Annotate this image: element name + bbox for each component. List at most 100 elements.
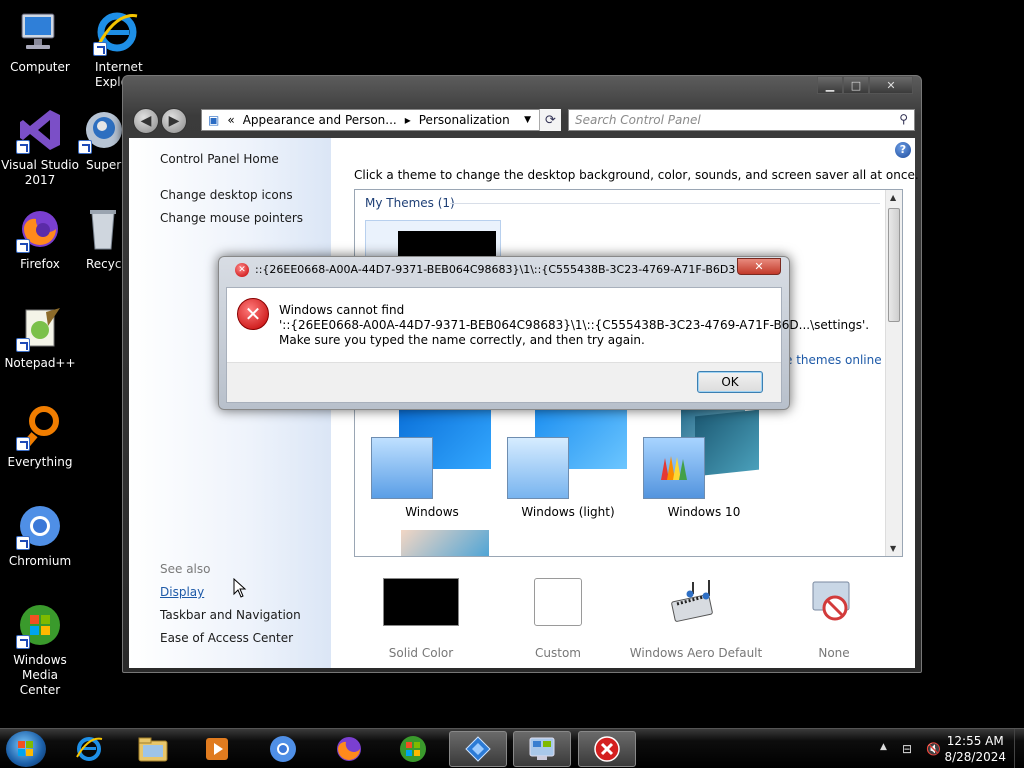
show-desktop-button[interactable] [1014, 729, 1024, 768]
taskbar-internet-explorer[interactable] [60, 731, 118, 767]
instruction-text: Click a theme to change the desktop back… [354, 168, 919, 182]
solid-color-label[interactable]: Solid Color [346, 646, 496, 660]
minimize-button[interactable]: ▁ [817, 76, 843, 94]
scroll-up-icon[interactable]: ▲ [890, 193, 896, 202]
chromium-icon [270, 736, 296, 762]
back-button[interactable]: ◀ [133, 108, 159, 134]
change-desktop-icons-link[interactable]: Change desktop icons [160, 188, 293, 202]
clock[interactable]: 12:55 AM 8/28/2024 [944, 733, 1006, 765]
scroll-down-icon[interactable]: ▼ [890, 544, 896, 553]
diamond-app-icon [465, 736, 491, 762]
breadcrumb-appearance[interactable]: Appearance and Person... [237, 113, 403, 127]
notepadpp-icon [16, 304, 64, 352]
recycle-bin-icon [78, 205, 126, 253]
error-line-2: '::{26EE0668-A00A-44D7-9371-BEB064C98683… [279, 318, 870, 332]
firefox-icon [337, 737, 361, 761]
desktop-icon-computer[interactable]: Computer [0, 8, 80, 75]
desktop-icon-label: Computer [10, 60, 70, 74]
taskbar: ▲ ⊟ 🔇 12:55 AM 8/28/2024 [0, 728, 1024, 768]
desktop-icon-label: Everything [7, 455, 73, 469]
custom-color-swatch[interactable] [534, 578, 582, 626]
control-panel-home-link[interactable]: Control Panel Home [160, 152, 279, 166]
section-divider [450, 203, 880, 204]
error-dialog-body: ✕ Windows cannot find '::{26EE0668-A00A-4… [226, 287, 869, 403]
theme-windows-light[interactable] [505, 405, 629, 501]
taskbar-windows-media-center[interactable] [384, 731, 442, 767]
control-panel-icon: ▣ [208, 113, 220, 127]
error-icon [594, 736, 620, 762]
error-title-icon: ✕ [235, 263, 249, 277]
screen-saver-icon[interactable] [809, 578, 855, 626]
volume-muted-icon[interactable]: 🔇 [926, 742, 941, 756]
show-hidden-icons-icon[interactable]: ▲ [880, 742, 887, 752]
theme-label-windows: Windows [405, 505, 459, 519]
folder-icon [138, 737, 168, 762]
desktop-icon-visual-studio[interactable]: Visual Studio 2017 [0, 106, 80, 188]
theme-windows[interactable] [369, 405, 493, 501]
taskbar-error-dialog[interactable] [578, 731, 636, 767]
windows-media-center-icon [400, 736, 426, 762]
chevron-down-icon[interactable]: ▼ [524, 115, 531, 125]
desktop-icon-notepadpp[interactable]: Notepad++ [0, 304, 80, 371]
desktop-icon-chromium[interactable]: Chromium [0, 502, 80, 569]
ease-of-access-link[interactable]: Ease of Access Center [160, 631, 293, 645]
clock-time: 12:55 AM [946, 734, 1004, 748]
forward-button[interactable]: ▶ [161, 108, 187, 134]
sound-icon[interactable] [669, 576, 721, 626]
theme-list-scrollbar[interactable]: ▲ ▼ [885, 190, 902, 556]
error-icon: ✕ [237, 298, 269, 330]
computer-icon [16, 8, 64, 56]
desktop-icon-superman[interactable]: Superman [77, 106, 127, 173]
windows-light-theme-icon [507, 437, 569, 499]
address-bar[interactable]: ▣ « Appearance and Person... ▸ Personali… [201, 109, 560, 131]
taskbar-chromium[interactable] [254, 731, 312, 767]
desktop-icon-windows-media-center[interactable]: Windows Media Center [0, 601, 80, 698]
breadcrumb-overflow[interactable]: « [225, 113, 236, 127]
taskbar-app-diamond[interactable] [449, 731, 507, 767]
my-themes-heading: My Themes (1) [365, 196, 455, 210]
desktop-icon-recycle-bin[interactable]: Recycle Bin [77, 205, 127, 272]
error-message: Windows cannot find '::{26EE0668-A00A-44D… [279, 303, 869, 348]
ok-button[interactable]: OK [697, 371, 763, 393]
taskbar-file-explorer[interactable] [124, 731, 182, 767]
taskbar-control-panel[interactable] [513, 731, 571, 767]
search-input[interactable]: Search Control Panel ⚲ [568, 109, 915, 131]
refresh-button[interactable]: ⟳ [539, 109, 561, 131]
none-label[interactable]: None [759, 646, 909, 660]
get-more-themes-online-link[interactable]: e themes online [785, 353, 882, 367]
see-also-heading: See also [160, 562, 211, 576]
maximize-button[interactable]: □ [843, 76, 869, 94]
error-dialog: ✕ ::{26EE0668-A00A-44D7-9371-BEB064C9868… [218, 256, 869, 410]
custom-label[interactable]: Custom [483, 646, 633, 660]
start-button[interactable] [6, 731, 46, 767]
error-close-button[interactable]: ✕ [737, 258, 781, 275]
desktop-icon-label: Windows Media Center [13, 653, 67, 697]
theme-thumbnail-partial[interactable] [401, 530, 489, 556]
network-icon[interactable]: ⊟ [902, 742, 912, 756]
desktop-icon-everything[interactable]: Everything [0, 403, 80, 470]
superman-icon [78, 106, 126, 154]
taskbar-media-player[interactable] [188, 731, 246, 767]
sounds-label[interactable]: Windows Aero Default [621, 646, 771, 660]
taskbar-firefox[interactable] [320, 731, 378, 767]
clock-date: 8/28/2024 [944, 750, 1006, 764]
search-icon[interactable]: ⚲ [899, 112, 908, 126]
solid-color-swatch[interactable] [383, 578, 459, 626]
desktop-icon-label: Firefox [20, 257, 60, 271]
internet-explorer-icon [76, 737, 103, 761]
help-icon[interactable]: ? [895, 142, 911, 158]
close-button[interactable]: ✕ [869, 76, 913, 94]
scroll-thumb[interactable] [888, 208, 900, 322]
windows-logo-icon [18, 741, 33, 756]
error-line-1: Windows cannot find [279, 303, 405, 317]
change-mouse-pointers-link[interactable]: Change mouse pointers [160, 211, 303, 225]
taskbar-navigation-link[interactable]: Taskbar and Navigation [160, 608, 301, 622]
display-link[interactable]: Display [160, 585, 204, 599]
firefox-icon [16, 205, 64, 253]
window-controls: ▁ □ ✕ [817, 76, 913, 96]
theme-windows-10[interactable] [641, 401, 765, 501]
error-dialog-footer: OK [227, 362, 781, 402]
breadcrumb-separator[interactable]: ▸ [403, 113, 413, 127]
desktop-icon-firefox[interactable]: Firefox [0, 205, 80, 272]
breadcrumb-personalization[interactable]: Personalization [413, 113, 516, 127]
